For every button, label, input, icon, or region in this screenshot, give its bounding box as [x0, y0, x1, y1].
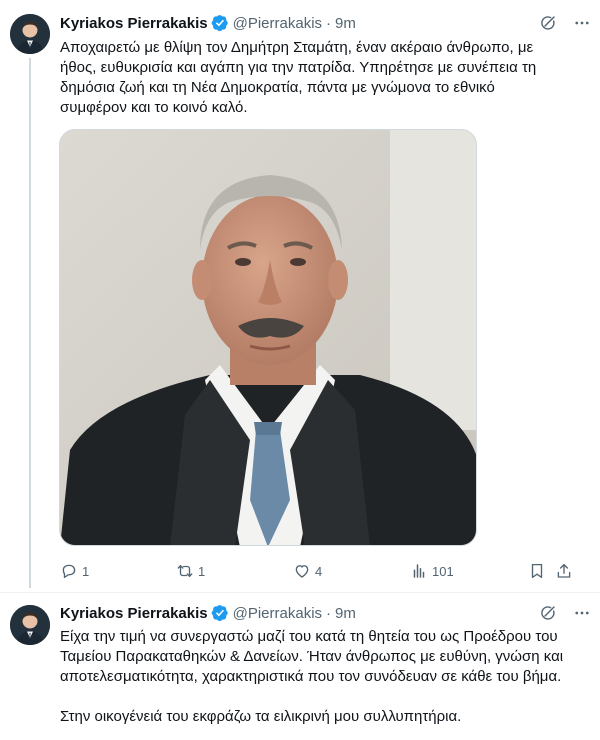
reply-count: 1	[82, 563, 90, 579]
tweet-text-line: συμφέρον και το κοινό καλό.	[60, 99, 248, 116]
views-count: 101	[432, 563, 454, 579]
timestamp[interactable]: 9m	[335, 15, 356, 32]
like-button[interactable]: 4	[293, 561, 322, 581]
tweet-text-line: ήθος, ευθυκρισία και αγάπη για την πατρί…	[60, 59, 537, 76]
tweet-text: Αποχαιρετώ με θλίψη τον Δημήτρη Σταμάτη,…	[60, 38, 588, 118]
author-handle[interactable]: @Pierrakakis	[233, 605, 322, 622]
tweet-1[interactable]: Kyriakos Pierrakakis @Pierrakakis · 9m Α…	[0, 0, 600, 592]
like-count: 4	[315, 563, 323, 579]
verified-badge-icon	[211, 14, 229, 32]
verified-badge-icon	[211, 604, 229, 622]
tweet-photo[interactable]	[59, 129, 477, 546]
separator-dot: ·	[326, 14, 332, 32]
tweet-text-line: Αποχαιρετώ με θλίψη τον Δημήτρη Σταμάτη,…	[60, 39, 534, 56]
author-name[interactable]: Kyriakos Pierrakakis	[60, 605, 208, 622]
avatar[interactable]	[10, 14, 50, 54]
grok-icon[interactable]	[538, 603, 558, 623]
tweet-header: Kyriakos Pierrakakis @Pierrakakis · 9m	[60, 13, 592, 33]
tweet-text-line: Είχα την τιμή να συνεργαστώ μαζί του κατ…	[60, 628, 558, 645]
views-button[interactable]: 101	[410, 561, 454, 581]
tweet-text-line: Στην οικογένειά του εκφράζω τα ειλικρινή…	[60, 708, 462, 725]
tweet-text-line: δημόσια ζωή και τη Νέα Δημοκρατία, πάντα…	[60, 79, 495, 96]
tweet-actions: 1 1 4 101	[60, 561, 586, 581]
grok-icon[interactable]	[538, 13, 558, 33]
tweet-text-line: Ταμείου Παρακαταθηκών & Δανείων. Ήταν άν…	[60, 648, 564, 665]
bookmark-button[interactable]	[528, 561, 546, 581]
tweet-2[interactable]: Kyriakos Pierrakakis @Pierrakakis · 9m Ε…	[0, 592, 600, 740]
author-name[interactable]: Kyriakos Pierrakakis	[60, 15, 208, 32]
reply-button[interactable]: 1	[60, 561, 89, 581]
more-icon[interactable]	[572, 603, 592, 623]
thread-line	[29, 58, 31, 588]
timestamp[interactable]: 9m	[335, 605, 356, 622]
repost-button[interactable]: 1	[176, 561, 205, 581]
share-button[interactable]	[555, 561, 573, 581]
more-icon[interactable]	[572, 13, 592, 33]
repost-count: 1	[198, 563, 206, 579]
tweet-text: Είχα την τιμή να συνεργαστώ μαζί του κατ…	[60, 627, 588, 727]
tweet-text-line: αποτελεσματικότητα, χαρακτηριστικά που τ…	[60, 668, 562, 685]
avatar[interactable]	[10, 605, 50, 645]
separator-dot: ·	[326, 604, 332, 622]
author-handle[interactable]: @Pierrakakis	[233, 15, 322, 32]
tweet-header: Kyriakos Pierrakakis @Pierrakakis · 9m	[60, 603, 592, 623]
